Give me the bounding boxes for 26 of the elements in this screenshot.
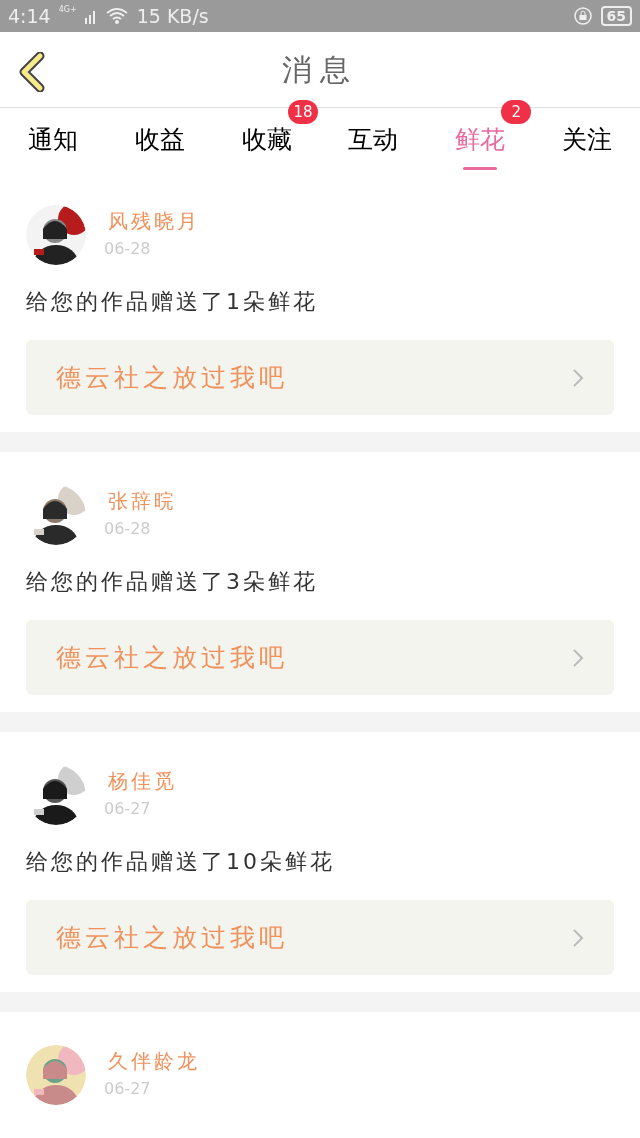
message-text: 给您的作品赠送了10朵鲜花 <box>26 848 336 876</box>
tab[interactable]: 通知 <box>28 121 79 159</box>
sender-name: 风残晓月 <box>108 208 200 235</box>
message-text: 给您的作品赠送了3朵鲜花 <box>26 568 319 596</box>
message-text: 给您的作品赠送了1朵鲜花 <box>26 288 319 316</box>
tab[interactable]: 收益 <box>135 121 185 159</box>
tab[interactable]: 互动 <box>348 121 399 159</box>
active-tab-indicator <box>463 167 497 170</box>
chevron-right-icon <box>572 927 584 948</box>
tab[interactable]: 收藏 <box>241 121 292 159</box>
status-time: 4:14 <box>8 3 51 29</box>
lock-rotation-icon <box>572 6 593 26</box>
sender-name: 张辞晥 <box>108 488 177 515</box>
page-title: 消息 <box>282 51 358 89</box>
sender-name: 杨佳觅 <box>108 768 177 795</box>
wifi-icon <box>104 7 129 25</box>
network-type: 4G+ <box>58 4 77 16</box>
tab[interactable]: 关注 <box>561 121 612 159</box>
signal-icon <box>84 8 97 24</box>
tab-badge: 18 <box>288 100 318 124</box>
tab-badge: 2 <box>501 100 532 124</box>
chevron-right-icon <box>572 647 584 668</box>
battery-level: 65 <box>600 6 632 26</box>
sender-name: 久伴龄龙 <box>108 1048 200 1075</box>
network-speed: 15 KB/s <box>136 3 209 29</box>
chevron-right-icon <box>572 367 584 388</box>
